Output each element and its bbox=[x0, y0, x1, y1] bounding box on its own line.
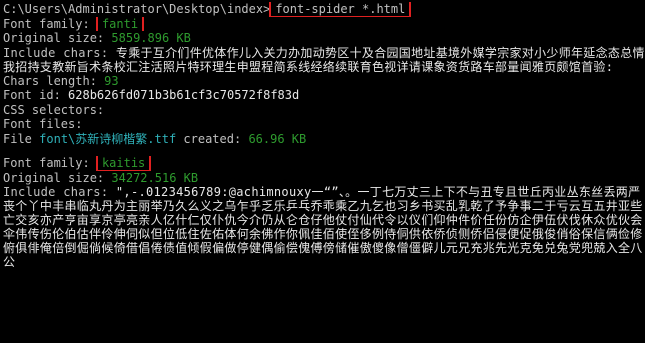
console-window: C:\Users\Administrator\Desktop\index> fon… bbox=[0, 0, 645, 343]
created-size: 66.96 KB bbox=[248, 131, 307, 146]
created-label: created: bbox=[183, 131, 242, 146]
original-size-label: Original size: bbox=[3, 31, 105, 45]
font-family-box: fanti bbox=[95, 16, 145, 31]
font-id-line: Font id: 628b626fd071b3b61cf3c70572f8f83… bbox=[3, 88, 645, 103]
css-selectors-line: CSS selectors: bbox=[3, 103, 645, 118]
command-line: C:\Users\Administrator\Desktop\index> fon… bbox=[3, 2, 645, 17]
font-id-value: 628b626fd071b3b61cf3c70572f8f83d bbox=[68, 88, 300, 102]
font-family-line: Font family: kaitis bbox=[3, 156, 645, 171]
file-label: File bbox=[3, 131, 32, 146]
font-family-box: kaitis bbox=[95, 156, 152, 171]
original-size-value: 34272.516 KB bbox=[111, 170, 199, 185]
include-chars-line: Include chars: ",-.0123456789:@achimnoux… bbox=[3, 185, 645, 269]
font-files-line: Font files: bbox=[3, 117, 645, 132]
original-size-line: Original size: 5859.896 KB bbox=[3, 31, 645, 46]
chars-length-label: Chars length: bbox=[3, 73, 97, 88]
file-name: 苏新诗柳楷繁.ttf bbox=[75, 131, 177, 146]
prompt: C:\Users\Administrator\Desktop\index> bbox=[3, 2, 271, 16]
original-size-value: 5859.896 KB bbox=[111, 31, 191, 45]
include-chars-line: Include chars: 专乘于互介们件优体作儿入关力办加动势区十及合园国地… bbox=[3, 46, 645, 74]
original-size-label: Original size: bbox=[3, 170, 105, 185]
css-selectors-label: CSS selectors: bbox=[3, 102, 105, 117]
include-chars-label: Include chars: bbox=[3, 185, 109, 199]
font-family-value: fanti bbox=[101, 16, 139, 31]
command-text: font-spider *.html bbox=[269, 2, 412, 17]
font-family-line: Font family: fanti bbox=[3, 16, 645, 31]
font-family-value: kaitis bbox=[101, 156, 146, 170]
include-chars-label: Include chars: bbox=[3, 45, 109, 60]
file-dir: font\ bbox=[39, 131, 76, 146]
font-family-label: Font family: bbox=[3, 156, 90, 170]
chars-length-value: 93 bbox=[104, 73, 119, 88]
file-line: File font\苏新诗柳楷繁.ttf created: 66.96 KB bbox=[3, 132, 645, 147]
font-id-label: Font id: bbox=[3, 88, 61, 102]
font-family-label: Font family: bbox=[3, 16, 90, 31]
original-size-line: Original size: 34272.516 KB bbox=[3, 171, 645, 186]
font-files-label: Font files: bbox=[3, 117, 83, 131]
command: font-spider *.html bbox=[275, 2, 406, 16]
chars-length-line: Chars length: 93 bbox=[3, 74, 645, 89]
